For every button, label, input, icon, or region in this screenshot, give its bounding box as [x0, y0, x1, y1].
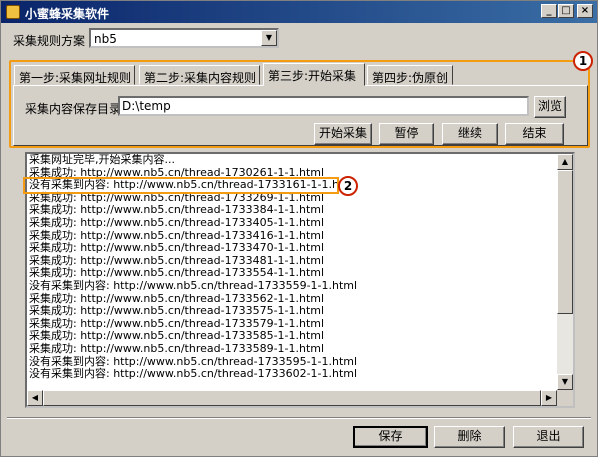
scroll-up-icon[interactable]: ▲	[557, 154, 573, 170]
chevron-down-icon[interactable]: ▼	[261, 30, 277, 46]
log-line: 采集成功: http://www.nb5.cn/thread-1733575-1…	[29, 304, 325, 318]
scroll-right-icon[interactable]: ▶	[541, 390, 557, 406]
scrollbar-corner	[557, 390, 573, 406]
tab-step1[interactable]: 第一步:采集网址规则	[14, 65, 135, 85]
log-line: 没有采集到内容: http://www.nb5.cn/thread-173355…	[29, 278, 358, 292]
pause-button[interactable]: 暂停	[379, 123, 434, 145]
scroll-left-icon[interactable]: ◀	[27, 390, 43, 406]
scheme-value: nb5	[94, 32, 117, 46]
save-dir-value: D:\temp	[122, 99, 171, 113]
save-dir-input[interactable]: D:\temp	[118, 96, 529, 116]
log-line: 采集成功: http://www.nb5.cn/thread-1733589-1…	[29, 341, 325, 355]
save-button[interactable]: 保存	[353, 426, 428, 448]
main-window: 小蜜蜂采集软件 _ □ × 采集规则方案 nb5 ▼ 1 第一步:采集网址规则 …	[0, 0, 598, 457]
scheme-label: 采集规则方案	[13, 34, 86, 48]
maximize-button[interactable]: □	[558, 4, 574, 18]
delete-button[interactable]: 删除	[434, 426, 505, 448]
log-line: 没有采集到内容: http://www.nb5.cn/thread-173360…	[29, 367, 358, 381]
annotation-callout-1: 1	[573, 51, 593, 71]
resume-button[interactable]: 继续	[442, 123, 498, 145]
log-line: 采集网址完毕,开始采集内容...	[29, 154, 175, 166]
horizontal-scrollbar[interactable]: ◀ ▶	[27, 390, 557, 406]
window-title: 小蜜蜂采集软件	[25, 7, 110, 21]
stop-button[interactable]: 结束	[505, 123, 564, 145]
vertical-scrollbar[interactable]: ▲ ▼	[557, 154, 573, 390]
close-button[interactable]: ×	[577, 4, 593, 18]
footer-separator	[7, 417, 591, 419]
tab-step4[interactable]: 第四步:伪原创	[367, 65, 453, 85]
horizontal-scroll-thumb[interactable]	[43, 390, 541, 406]
tab-step2[interactable]: 第二步:采集内容规则	[139, 65, 260, 85]
vertical-scroll-thumb[interactable]	[557, 170, 573, 314]
app-icon	[6, 5, 20, 19]
exit-button[interactable]: 退出	[513, 426, 584, 448]
title-bar[interactable]: 小蜜蜂采集软件 _ □ ×	[1, 1, 597, 23]
minimize-button[interactable]: _	[541, 4, 557, 18]
tab-step3[interactable]: 第三步:开始采集	[263, 63, 365, 86]
annotation-box-log-line	[23, 177, 339, 194]
start-button[interactable]: 开始采集	[314, 123, 372, 145]
save-dir-label: 采集内容保存目录	[25, 102, 122, 116]
log-line: 采集成功: http://www.nb5.cn/thread-1733470-1…	[29, 241, 325, 255]
log-line: 采集成功: http://www.nb5.cn/thread-1733405-1…	[29, 215, 325, 229]
annotation-callout-2: 2	[338, 176, 358, 196]
scroll-down-icon[interactable]: ▼	[557, 374, 573, 390]
browse-button[interactable]: 浏览	[534, 96, 566, 118]
scheme-select[interactable]: nb5 ▼	[89, 28, 279, 48]
